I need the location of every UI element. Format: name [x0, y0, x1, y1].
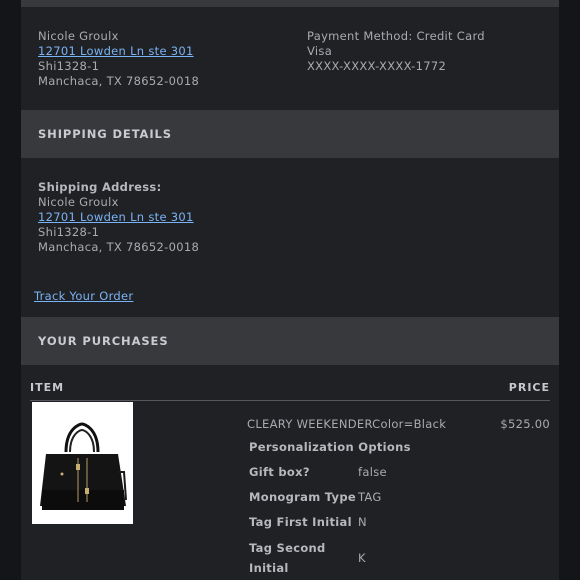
option-label-monogram-type: Monogram Type [249, 490, 356, 504]
option-label-tag-second-initial-line1: Tag Second [249, 541, 326, 555]
billing-address-line2: Shi1328-1 [38, 59, 100, 73]
weekender-bag-icon [32, 402, 133, 524]
shipping-city-line: Manchaca, TX 78652-0018 [38, 240, 200, 254]
product-image[interactable] [32, 402, 133, 524]
shipping-header-title: SHIPPING DETAILS [38, 127, 172, 141]
option-value-tag-first-initial: N [358, 515, 367, 529]
column-header-item: ITEM [30, 381, 65, 394]
item-price: $525.00 [500, 417, 550, 431]
billing-name: Nicole Groulx [38, 29, 119, 43]
card-type: Visa [307, 44, 333, 58]
option-value-gift-box: false [358, 465, 387, 479]
shipping-address-link[interactable]: 12701 Lowden Ln ste 301 [38, 210, 194, 225]
purchases-header-title: YOUR PURCHASES [38, 334, 169, 348]
billing-header-bar [21, 0, 559, 7]
card-number: XXXX-XXXX-XXXX-1772 [307, 59, 447, 73]
option-label-tag-first-initial: Tag First Initial [249, 515, 352, 529]
shipping-name: Nicole Groulx [38, 195, 119, 209]
item-title: CLEARY WEEKENDERColor=Black [247, 417, 447, 431]
table-header-divider [30, 400, 550, 401]
track-order-link[interactable]: Track Your Order [34, 289, 133, 304]
option-label-gift-box: Gift box? [249, 465, 310, 479]
shipping-header-bar: SHIPPING DETAILS [21, 110, 559, 158]
option-value-tag-second-initial: K [358, 551, 366, 565]
personalization-header: Personalization Options [249, 440, 411, 454]
shipping-address-line2: Shi1328-1 [38, 225, 100, 239]
option-label-tag-second-initial-line2: Initial [249, 561, 289, 575]
option-value-monogram-type: TAG [358, 490, 382, 504]
billing-address-link[interactable]: 12701 Lowden Ln ste 301 [38, 44, 194, 59]
column-header-price: PRICE [508, 381, 550, 394]
billing-city-line: Manchaca, TX 78652-0018 [38, 74, 200, 88]
payment-method: Payment Method: Credit Card [307, 29, 485, 43]
shipping-address-label: Shipping Address: [38, 180, 162, 194]
purchases-header-bar: YOUR PURCHASES [21, 317, 559, 365]
